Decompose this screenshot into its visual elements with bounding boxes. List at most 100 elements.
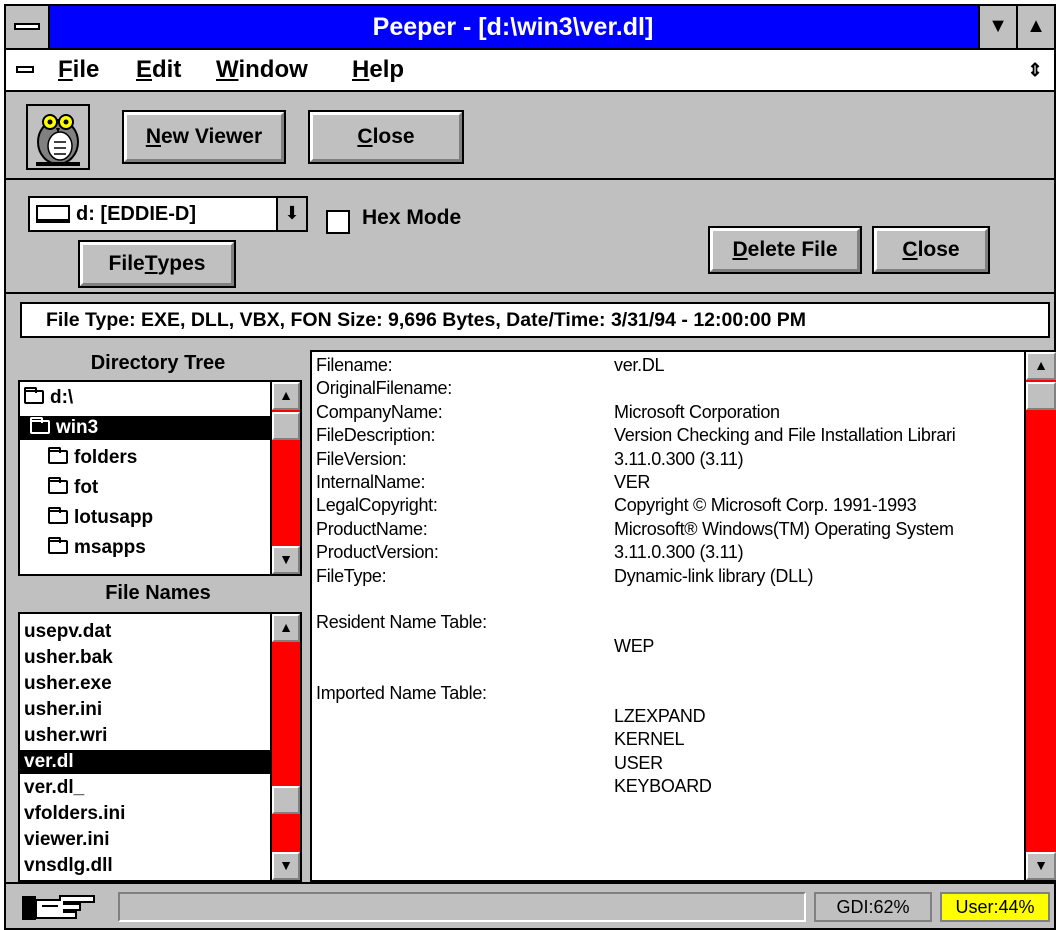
hex-mode-label[interactable]: Hex Mode <box>362 206 461 230</box>
folder-icon <box>48 477 68 494</box>
file-controls: d: [EDDIE-D] ⬇ Hex Mode File Types Delet… <box>6 182 1054 294</box>
system-menu-button[interactable] <box>6 6 50 48</box>
file-details-viewer[interactable]: Filename: ver.DL OriginalFilename: CompanyN… <box>310 350 1056 882</box>
menu-help[interactable]: Help <box>352 50 404 90</box>
owl-icon <box>26 104 90 170</box>
hex-mode-checkbox[interactable] <box>326 210 350 234</box>
document-restore-button[interactable]: ⇕ <box>1016 50 1054 90</box>
delete-file-button[interactable]: Delete File <box>708 226 862 274</box>
file-item-selected[interactable]: ver.dl <box>20 750 270 774</box>
window-title: Peeper - [d:\win3\ver.dl] <box>372 13 654 41</box>
folder-icon <box>48 537 68 554</box>
directory-tree-list[interactable]: d:\ win3 folders fot lotusapp msapps ▲ ▼ <box>18 380 302 576</box>
toolbar: New Viewer Close <box>6 92 1054 180</box>
new-viewer-button[interactable]: New Viewer <box>122 110 286 164</box>
viewer-field-label: InternalName: <box>316 472 426 492</box>
title-bar[interactable]: Peeper - [d:\win3\ver.dl] ▼ ▲ <box>6 6 1054 50</box>
viewer-field-value: 3.11.0.300 (3.11) <box>614 448 744 469</box>
viewer-field-value: USER <box>614 752 663 773</box>
maximize-button[interactable]: ▲ <box>1016 6 1054 48</box>
viewer-field-label: FileDescription: <box>316 425 436 446</box>
pointing-hand-icon <box>20 890 106 924</box>
minimize-button[interactable]: ▼ <box>978 6 1016 48</box>
document-system-menu-button[interactable] <box>6 50 44 90</box>
viewer-field-label: CompanyName: <box>316 401 443 422</box>
document-system-menu-icon <box>16 66 34 73</box>
viewer-field-value: VER <box>614 472 651 492</box>
viewer-field-value: Dynamic-link library (DLL) <box>614 565 814 586</box>
viewer-field-value: LZEXPAND <box>614 706 706 726</box>
file-item[interactable]: usher.bak <box>20 646 270 670</box>
directory-tree-scrollbar[interactable]: ▲ ▼ <box>270 382 300 574</box>
tree-item-folders[interactable]: folders <box>20 446 270 470</box>
viewer-field-label: Resident Name Table: <box>316 612 487 633</box>
scroll-down-arrow-icon[interactable]: ▼ <box>1026 852 1056 880</box>
file-item[interactable]: viewer.ini <box>20 828 270 852</box>
viewer-field-label: FileVersion: <box>316 448 407 469</box>
file-item[interactable]: usepv.dat <box>20 620 270 644</box>
toolbar-close-button[interactable]: Close <box>308 110 464 164</box>
scroll-thumb[interactable] <box>272 412 300 440</box>
viewer-field-label: ProductVersion: <box>316 542 439 563</box>
tree-item-msapps[interactable]: msapps <box>20 536 270 560</box>
file-names-heading: File Names <box>105 582 211 604</box>
drive-select[interactable]: d: [EDDIE-D] ⬇ <box>28 196 308 232</box>
viewer-field-label: ProductName: <box>316 518 428 539</box>
directory-tree-heading: Directory Tree <box>90 352 226 374</box>
open-folder-icon <box>30 417 50 434</box>
viewer-field-value: Microsoft® Windows(TM) Operating System <box>614 518 954 539</box>
status-message <box>118 892 806 922</box>
drive-icon <box>36 205 70 223</box>
viewer-field-value: KEYBOARD <box>614 776 712 797</box>
tree-item-root[interactable]: d:\ <box>20 386 270 410</box>
tree-item-lotusapp[interactable]: lotusapp <box>20 506 270 530</box>
tree-item-fot[interactable]: fot <box>20 476 270 500</box>
file-item[interactable]: usher.wri <box>20 724 270 748</box>
viewer-field-label: OriginalFilename: <box>316 378 452 399</box>
menu-file[interactable]: File <box>58 50 99 90</box>
menu-window[interactable]: Window <box>216 50 308 90</box>
viewer-field-label: LegalCopyright: <box>316 495 438 516</box>
scroll-up-arrow-icon[interactable]: ▲ <box>1026 352 1056 380</box>
file-item[interactable]: usher.ini <box>20 698 270 722</box>
file-names-list[interactable]: usepv.dat usher.bak usher.exe usher.ini … <box>18 612 302 882</box>
open-folder-icon <box>24 387 44 404</box>
viewer-field-label: Filename: <box>316 355 393 375</box>
folder-icon <box>48 507 68 524</box>
scroll-down-arrow-icon[interactable]: ▼ <box>272 852 300 880</box>
drive-dropdown-arrow-icon[interactable]: ⬇ <box>276 198 306 230</box>
gdi-resources: GDI:62% <box>814 892 932 922</box>
viewer-field-value: 3.11.0.300 (3.11) <box>614 542 744 563</box>
file-item[interactable]: vnsdlg.dll <box>20 854 270 878</box>
scroll-thumb[interactable] <box>1026 382 1056 410</box>
viewer-field-value: Copyright © Microsoft Corp. 1991-1993 <box>614 495 917 516</box>
file-item[interactable]: usher.exe <box>20 672 270 696</box>
menu-edit[interactable]: Edit <box>136 50 181 90</box>
peeper-window: Peeper - [d:\win3\ver.dl] ▼ ▲ File Edit … <box>4 4 1056 930</box>
scroll-up-arrow-icon[interactable]: ▲ <box>272 614 300 642</box>
viewer-field-label: Imported Name Table: <box>316 682 487 703</box>
tree-item-win3[interactable]: win3 <box>20 416 270 440</box>
viewer-field-label: FileType: <box>316 565 387 586</box>
viewer-scrollbar[interactable]: ▲ ▼ <box>1024 352 1056 880</box>
file-item[interactable]: ver.dl_ <box>20 776 270 800</box>
file-info-line: File Type: EXE, DLL, VBX, FON Size: 9,69… <box>20 302 1050 338</box>
controls-close-button[interactable]: Close <box>872 226 990 274</box>
folder-icon <box>48 447 68 464</box>
menu-bar: File Edit Window Help ⇕ <box>6 50 1054 92</box>
status-bar: GDI:62% User:44% <box>6 882 1054 928</box>
viewer-field-value: KERNEL <box>614 729 685 750</box>
scroll-down-arrow-icon[interactable]: ▼ <box>272 546 300 574</box>
scroll-up-arrow-icon[interactable]: ▲ <box>272 382 300 410</box>
user-resources: User:44% <box>940 892 1050 922</box>
drive-value: d: [EDDIE-D] <box>76 203 196 225</box>
file-types-button[interactable]: File Types <box>78 240 236 288</box>
file-names-scrollbar[interactable]: ▲ ▼ <box>270 614 300 880</box>
system-menu-icon <box>14 23 40 30</box>
viewer-field-value: Version Checking and File Installation L… <box>614 425 956 446</box>
file-item[interactable]: vfolders.ini <box>20 802 270 826</box>
scroll-thumb[interactable] <box>272 786 300 814</box>
viewer-field-value: Microsoft Corporation <box>614 401 780 422</box>
viewer-field-value: WEP <box>614 635 655 656</box>
viewer-field-value: ver.DL <box>614 355 665 375</box>
